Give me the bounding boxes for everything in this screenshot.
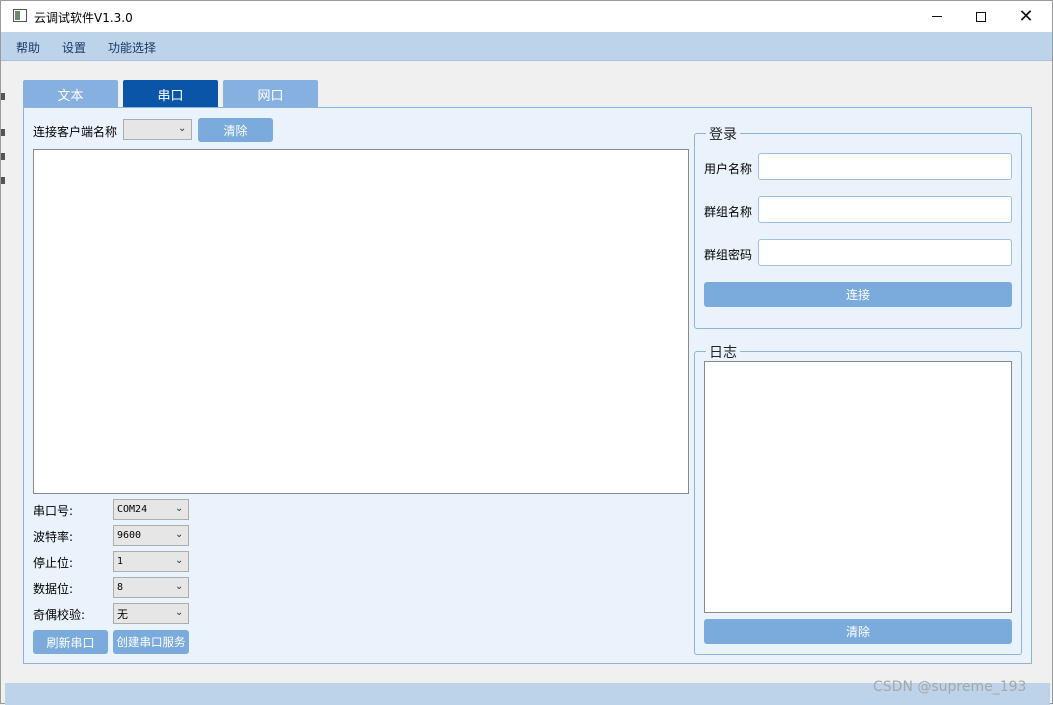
window-title: 云调试软件V1.3.0	[34, 11, 133, 25]
clear-client-button[interactable]: 清除	[198, 118, 273, 142]
tab-serial[interactable]: 串口	[123, 80, 218, 108]
maximize-icon	[976, 11, 986, 22]
group-name-input[interactable]	[758, 196, 1012, 223]
username-label: 用户名称	[704, 162, 753, 176]
edge-mark	[1, 93, 5, 100]
minimize-icon	[932, 16, 942, 17]
databits-select[interactable]: 8 ⌄	[113, 577, 189, 598]
tab-text[interactable]: 文本	[23, 80, 118, 108]
stopbits-label: 停止位:	[33, 556, 74, 570]
log-group-title: 日志	[706, 342, 740, 362]
login-group-title: 登录	[706, 124, 740, 144]
parity-select[interactable]: 无 ⌄	[113, 603, 189, 624]
databits-label: 数据位:	[33, 582, 74, 596]
menu-help[interactable]: 帮助	[16, 39, 40, 56]
log-textarea[interactable]	[704, 361, 1012, 613]
maximize-button[interactable]	[958, 1, 1004, 32]
client-name-label: 连接客户端名称	[33, 125, 118, 139]
edge-mark	[1, 153, 5, 160]
port-label: 串口号:	[33, 504, 74, 518]
client-name-select[interactable]: ⌄	[123, 119, 192, 140]
edge-mark	[1, 129, 5, 136]
group-name-label: 群组名称	[704, 205, 753, 219]
serial-tab-panel: 连接客户端名称 ⌄ 清除 串口号: COM24 ⌄ 波特率: 9600 ⌄ 停止…	[23, 107, 1032, 664]
connect-button[interactable]: 连接	[704, 282, 1012, 307]
tab-network[interactable]: 网口	[223, 80, 318, 108]
chevron-down-icon: ⌄	[175, 555, 184, 566]
group-password-label: 群组密码	[704, 248, 753, 262]
chevron-down-icon: ⌄	[175, 529, 184, 540]
port-value: COM24	[117, 504, 148, 515]
group-password-input[interactable]	[758, 239, 1012, 266]
login-group: 登录 用户名称 群组名称 群组密码 连接	[694, 124, 1022, 329]
create-serial-service-button[interactable]: 创建串口服务	[113, 630, 189, 654]
serial-data-textarea[interactable]	[33, 149, 689, 494]
menu-bar: 帮助 设置 功能选择	[1, 32, 1052, 61]
clear-log-button[interactable]: 清除	[704, 619, 1012, 644]
app-window: 云调试软件V1.3.0 ✕ 帮助 设置 功能选择 文本 串口 网口 连接客户端名…	[0, 0, 1053, 705]
close-icon: ✕	[1018, 5, 1034, 27]
databits-value: 8	[117, 582, 124, 593]
watermark: CSDN @supreme_193	[873, 679, 1027, 695]
refresh-port-button[interactable]: 刷新串口	[33, 630, 108, 654]
chevron-down-icon: ⌄	[175, 503, 184, 514]
chevron-down-icon: ⌄	[175, 581, 184, 592]
menu-settings[interactable]: 设置	[62, 39, 86, 56]
close-button[interactable]: ✕	[1003, 1, 1049, 32]
port-select[interactable]: COM24 ⌄	[113, 499, 189, 520]
app-icon	[13, 9, 27, 22]
title-bar: 云调试软件V1.3.0 ✕	[1, 1, 1052, 32]
baud-select[interactable]: 9600 ⌄	[113, 525, 189, 546]
log-group: 日志 清除	[694, 342, 1022, 655]
parity-value: 无	[117, 607, 128, 621]
chevron-down-icon: ⌄	[175, 607, 184, 618]
menu-function-select[interactable]: 功能选择	[108, 39, 156, 56]
baud-label: 波特率:	[33, 530, 74, 544]
parity-label: 奇偶校验:	[33, 608, 86, 622]
minimize-button[interactable]	[914, 1, 960, 32]
chevron-down-icon: ⌄	[178, 123, 187, 134]
username-input[interactable]	[758, 153, 1012, 180]
stopbits-select[interactable]: 1 ⌄	[113, 551, 189, 572]
edge-mark	[1, 177, 5, 184]
baud-value: 9600	[117, 530, 142, 541]
stopbits-value: 1	[117, 556, 124, 567]
